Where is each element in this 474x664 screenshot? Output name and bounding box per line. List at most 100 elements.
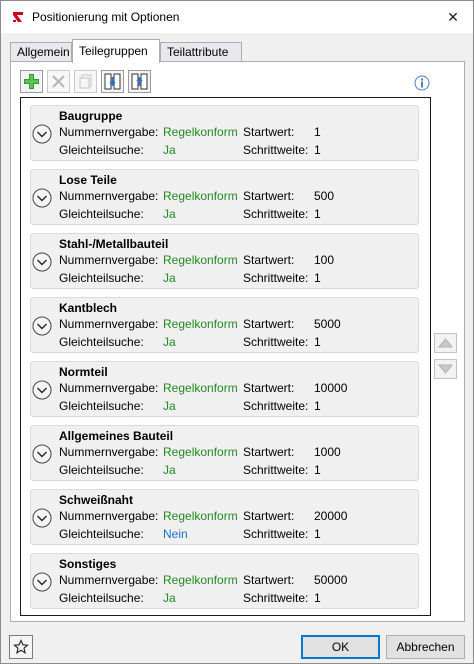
schrittweite-label: Schrittweite: bbox=[243, 399, 309, 413]
startwert-label: Startwert: bbox=[243, 445, 295, 459]
gleichteilsuche-value[interactable]: Ja bbox=[163, 463, 176, 477]
close-button[interactable]: ✕ bbox=[439, 5, 467, 29]
gleichteilsuche-value[interactable]: Ja bbox=[163, 143, 176, 157]
startwert-label: Startwert: bbox=[243, 125, 295, 139]
gleichteilsuche-label: Gleichteilsuche: bbox=[59, 271, 144, 285]
group-card[interactable]: Allgemeines Bauteil Nummernvergabe: Regelk… bbox=[30, 425, 419, 481]
cancel-button[interactable]: Abbrechen bbox=[386, 635, 465, 659]
nummernvergabe-label: Nummernvergabe: bbox=[59, 189, 159, 203]
nummernvergabe-value[interactable]: Regelkonform bbox=[163, 253, 238, 267]
star-icon bbox=[13, 639, 29, 654]
tab-teilegruppen[interactable]: Teilegruppen bbox=[72, 39, 160, 63]
arrow-up-icon bbox=[438, 338, 453, 348]
title-bar: Positionierung mit Optionen ✕ bbox=[1, 1, 473, 33]
import-button[interactable] bbox=[101, 70, 124, 93]
startwert-value[interactable]: 1 bbox=[314, 125, 321, 139]
ok-button[interactable]: OK bbox=[301, 635, 380, 659]
startwert-value[interactable]: 5000 bbox=[314, 317, 341, 331]
gleichteilsuche-label: Gleichteilsuche: bbox=[59, 591, 144, 605]
expand-chevron-icon[interactable] bbox=[31, 251, 53, 273]
schrittweite-value[interactable]: 1 bbox=[314, 143, 321, 157]
startwert-value[interactable]: 100 bbox=[314, 253, 334, 267]
group-card[interactable]: Lose Teile Nummernvergabe: Regelkonform Sta… bbox=[30, 169, 419, 225]
group-card[interactable]: Stahl-/Metallbauteil Nummernvergabe: Regel… bbox=[30, 233, 419, 289]
expand-chevron-icon[interactable] bbox=[31, 507, 53, 529]
startwert-label: Startwert: bbox=[243, 317, 295, 331]
move-up-button[interactable] bbox=[434, 333, 457, 353]
gleichteilsuche-value[interactable]: Ja bbox=[163, 271, 176, 285]
schrittweite-label: Schrittweite: bbox=[243, 143, 309, 157]
nummernvergabe-value[interactable]: Regelkonform bbox=[163, 509, 238, 523]
nummernvergabe-label: Nummernvergabe: bbox=[59, 317, 159, 331]
tab-allgemein[interactable]: Allgemein bbox=[10, 42, 72, 62]
group-card[interactable]: Normteil Nummernvergabe: Regelkonform Start… bbox=[30, 361, 419, 417]
group-name: Sonstiges bbox=[59, 557, 117, 571]
expand-chevron-icon[interactable] bbox=[31, 315, 53, 337]
gleichteilsuche-label: Gleichteilsuche: bbox=[59, 399, 144, 413]
group-card[interactable]: Kantblech Nummernvergabe: Regelkonform Star… bbox=[30, 297, 419, 353]
group-name: Kantblech bbox=[59, 301, 118, 315]
group-name: Schweißnaht bbox=[59, 493, 134, 507]
schrittweite-value[interactable]: 1 bbox=[314, 463, 321, 477]
nummernvergabe-value[interactable]: Regelkonform bbox=[163, 573, 238, 587]
startwert-value[interactable]: 10000 bbox=[314, 381, 347, 395]
nummernvergabe-label: Nummernvergabe: bbox=[59, 445, 159, 459]
schrittweite-value[interactable]: 1 bbox=[314, 591, 321, 605]
nummernvergabe-label: Nummernvergabe: bbox=[59, 253, 159, 267]
group-name: Lose Teile bbox=[59, 173, 117, 187]
group-card[interactable]: Schweißnaht Nummernvergabe: Regelkonform St… bbox=[30, 489, 419, 545]
group-name: Allgemeines Bauteil bbox=[59, 429, 174, 443]
export-button[interactable] bbox=[128, 70, 151, 93]
schrittweite-label: Schrittweite: bbox=[243, 527, 309, 541]
gleichteilsuche-value[interactable]: Ja bbox=[163, 207, 176, 221]
gleichteilsuche-label: Gleichteilsuche: bbox=[59, 335, 144, 349]
nummernvergabe-label: Nummernvergabe: bbox=[59, 381, 159, 395]
group-name: Stahl-/Metallbauteil bbox=[59, 237, 169, 251]
startwert-label: Startwert: bbox=[243, 573, 295, 587]
favorite-button[interactable] bbox=[9, 635, 33, 659]
expand-chevron-icon[interactable] bbox=[31, 187, 53, 209]
expand-chevron-icon[interactable] bbox=[31, 123, 53, 145]
schrittweite-value[interactable]: 1 bbox=[314, 399, 321, 413]
copy-button[interactable] bbox=[74, 70, 97, 93]
nummernvergabe-value[interactable]: Regelkonform bbox=[163, 317, 238, 331]
expand-chevron-icon[interactable] bbox=[31, 571, 53, 593]
startwert-value[interactable]: 50000 bbox=[314, 573, 347, 587]
group-name: Baugruppe bbox=[59, 109, 123, 123]
nummernvergabe-value[interactable]: Regelkonform bbox=[163, 125, 238, 139]
startwert-value[interactable]: 20000 bbox=[314, 509, 347, 523]
delete-button[interactable] bbox=[47, 70, 70, 93]
group-card[interactable]: Sonstiges Nummernvergabe: Regelkonform Star… bbox=[30, 553, 419, 609]
schrittweite-value[interactable]: 1 bbox=[314, 207, 321, 221]
nummernvergabe-value[interactable]: Regelkonform bbox=[163, 189, 238, 203]
schrittweite-value[interactable]: 1 bbox=[314, 527, 321, 541]
startwert-value[interactable]: 1000 bbox=[314, 445, 341, 459]
schrittweite-value[interactable]: 1 bbox=[314, 335, 321, 349]
startwert-value[interactable]: 500 bbox=[314, 189, 334, 203]
expand-chevron-icon[interactable] bbox=[31, 379, 53, 401]
add-button[interactable] bbox=[20, 70, 43, 93]
schrittweite-label: Schrittweite: bbox=[243, 591, 309, 605]
window-title: Positionierung mit Optionen bbox=[32, 10, 180, 24]
schrittweite-value[interactable]: 1 bbox=[314, 271, 321, 285]
nummernvergabe-label: Nummernvergabe: bbox=[59, 573, 159, 587]
gleichteilsuche-value[interactable]: Ja bbox=[163, 399, 176, 413]
tab-teilattribute[interactable]: Teilattribute bbox=[160, 42, 242, 62]
startwert-label: Startwert: bbox=[243, 253, 295, 267]
info-icon[interactable] bbox=[414, 75, 430, 91]
expand-chevron-icon[interactable] bbox=[31, 443, 53, 465]
gleichteilsuche-value[interactable]: Ja bbox=[163, 335, 176, 349]
move-down-button[interactable] bbox=[434, 359, 457, 379]
schrittweite-label: Schrittweite: bbox=[243, 207, 309, 221]
import-icon bbox=[104, 73, 121, 90]
schrittweite-label: Schrittweite: bbox=[243, 463, 309, 477]
nummernvergabe-value[interactable]: Regelkonform bbox=[163, 445, 238, 459]
gleichteilsuche-label: Gleichteilsuche: bbox=[59, 463, 144, 477]
gleichteilsuche-value[interactable]: Nein bbox=[163, 527, 188, 541]
tab-panel-teilegruppen: Baugruppe Nummernvergabe: Regelkonform Star… bbox=[10, 61, 465, 622]
group-card[interactable]: Baugruppe Nummernvergabe: Regelkonform Star… bbox=[30, 105, 419, 161]
nummernvergabe-value[interactable]: Regelkonform bbox=[163, 381, 238, 395]
copy-icon bbox=[79, 74, 92, 89]
gleichteilsuche-value[interactable]: Ja bbox=[163, 591, 176, 605]
group-list[interactable]: Baugruppe Nummernvergabe: Regelkonform Star… bbox=[20, 97, 431, 616]
